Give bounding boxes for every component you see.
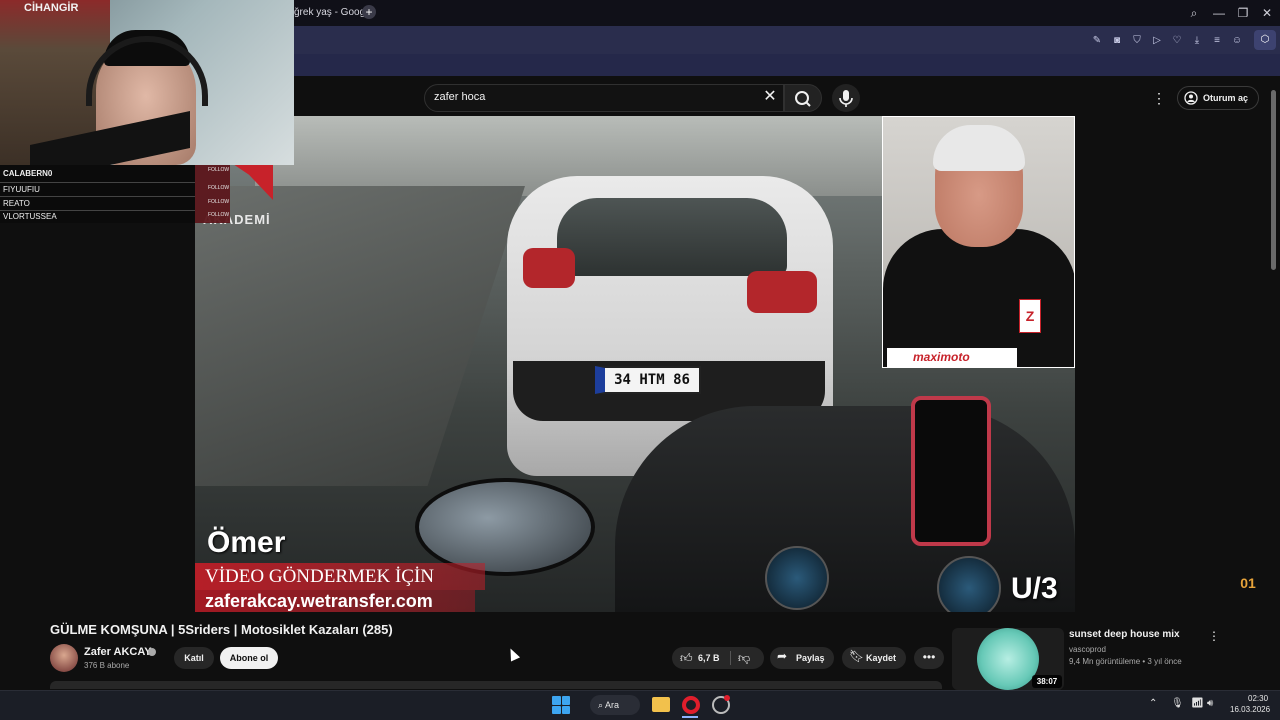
video-scene-taillight-left xyxy=(523,248,575,288)
video-scene-license-plate: 34 HTM 86 xyxy=(595,366,701,394)
volume-icon[interactable]: 🔊︎ xyxy=(1207,698,1213,709)
video-scene-gauge-left xyxy=(765,546,829,610)
bookmark-icon: 🔖︎ xyxy=(849,649,865,663)
related-video-title[interactable]: sunset deep house mix xyxy=(1069,629,1180,640)
like-divider xyxy=(730,651,731,665)
video-scene-taillight-right xyxy=(747,271,817,313)
chat-name: FIYUUFIU xyxy=(3,185,40,194)
related-more-icon[interactable]: ⋮ xyxy=(1208,628,1220,644)
like-count[interactable]: 6,7 B xyxy=(698,653,720,663)
channel-name[interactable]: Zafer AKCAY xyxy=(84,646,152,658)
speaker-logo-badge: Z xyxy=(1019,299,1041,333)
search-button[interactable] xyxy=(784,84,822,112)
channel-watermark[interactable]: 01 xyxy=(1234,570,1262,596)
verified-check-icon xyxy=(148,648,156,656)
heart-icon[interactable]: ♡ xyxy=(1170,34,1184,48)
video-scene-motorcycle-dash xyxy=(615,406,1075,612)
share-label: Paylaş xyxy=(796,653,825,663)
chat-divider xyxy=(0,196,195,197)
video-scene-car-window xyxy=(557,198,787,276)
restore-button[interactable]: ❐ xyxy=(1235,5,1251,21)
signin-label: Oturum aç xyxy=(1203,93,1249,103)
voice-search-button[interactable] xyxy=(832,84,860,112)
windows-taskbar xyxy=(0,690,1280,720)
taskbar-search-button[interactable]: ⌕ Ara xyxy=(590,695,640,715)
video-scene-phone-holder xyxy=(911,396,991,546)
more-actions-button[interactable]: ••• xyxy=(914,647,944,669)
follow-label: FOLLOW xyxy=(208,212,230,218)
chat-divider xyxy=(0,182,195,183)
related-thumbnail-art xyxy=(977,628,1039,690)
extensions-icon[interactable]: ⬡ xyxy=(1254,30,1276,50)
browser-tab-title[interactable]: ğrek yaş - Googl xyxy=(294,7,367,18)
download-icon[interactable]: ⤓ xyxy=(1190,34,1204,48)
profile-icon[interactable]: ☺ xyxy=(1230,34,1244,48)
submission-banner-line1: VİDEO GÖNDERMEK İÇİN xyxy=(195,563,485,590)
clip-part-label: U/3 xyxy=(1011,572,1058,605)
clear-search-icon[interactable]: ✕ xyxy=(762,88,778,106)
join-button[interactable]: Katıl xyxy=(174,647,214,669)
video-scene-gauge-right xyxy=(937,556,1001,612)
follow-label: FOLLOW xyxy=(208,199,230,205)
save-label: Kaydet xyxy=(866,653,897,663)
mouse-cursor-icon xyxy=(505,646,521,662)
chat-name: CALABERN0 xyxy=(3,169,53,178)
streamer-webcam: CİHANGİR xyxy=(0,0,294,165)
mic-icon xyxy=(839,90,853,107)
bookmarks-bar xyxy=(294,54,1280,76)
subscriber-count: 376 B abone xyxy=(84,661,130,670)
search-icon xyxy=(795,91,811,107)
menu-lines-icon[interactable]: ≡ xyxy=(1210,34,1224,48)
chat-name: REATO xyxy=(3,199,30,208)
related-video-meta: 9,4 Mn görüntüleme • 3 yıl önce xyxy=(1069,657,1182,666)
tray-chevron-icon[interactable]: ⌃ xyxy=(1149,698,1157,709)
description-box[interactable] xyxy=(50,681,942,689)
channel-avatar[interactable] xyxy=(50,644,78,672)
chat-name: VLORTUSSEA xyxy=(3,212,57,221)
notification-dot xyxy=(724,695,730,701)
shield-icon[interactable]: ⛉ xyxy=(1130,34,1144,48)
active-app-indicator xyxy=(682,716,698,718)
browser-search-icon[interactable]: ⌕ xyxy=(1186,5,1202,21)
share-icon: ➦ xyxy=(777,649,788,663)
subscribe-button[interactable]: Abone ol xyxy=(220,647,278,669)
user-circle-icon xyxy=(1184,91,1198,105)
settings-menu-icon[interactable]: ⋮ xyxy=(1152,88,1166,108)
play-icon[interactable]: ▷ xyxy=(1150,34,1164,48)
folder-icon[interactable] xyxy=(652,697,670,712)
clock-time[interactable]: 02:30 xyxy=(1248,694,1268,703)
new-tab-button[interactable]: + xyxy=(362,5,376,19)
related-video-duration: 38:07 xyxy=(1032,675,1062,688)
speaker-inset: Z maximoto xyxy=(882,116,1075,368)
dislike-icon[interactable]: 👎︎ xyxy=(738,650,752,666)
submitter-name-overlay: Ömer xyxy=(207,526,286,559)
webcam-sign-text: CİHANGİR xyxy=(24,2,79,14)
page-scrollbar[interactable] xyxy=(1271,90,1276,270)
minimize-button[interactable]: — xyxy=(1211,5,1227,21)
video-scene-sidewalk xyxy=(195,186,525,486)
video-title: GÜLME KOMŞUNA | 5Sriders | Motosiklet Ka… xyxy=(50,622,393,637)
close-window-button[interactable]: ✕ xyxy=(1259,5,1275,21)
wifi-icon[interactable]: 📶︎ xyxy=(1191,698,1204,709)
camera-icon[interactable]: ◙ xyxy=(1110,34,1124,48)
like-icon[interactable]: 👍︎ xyxy=(680,650,694,666)
clock-date[interactable]: 16.03.2026 xyxy=(1230,705,1270,714)
edit-icon[interactable]: ✎ xyxy=(1090,34,1104,48)
follow-label: FOLLOW xyxy=(208,167,230,173)
sponsor-logo-text: maximoto xyxy=(913,350,970,364)
mic-tray-icon[interactable]: 🎙︎ xyxy=(1171,698,1184,709)
related-video-channel[interactable]: vascoprod xyxy=(1069,645,1106,654)
speaker-hair xyxy=(933,125,1025,171)
taskbar-search-label: Ara xyxy=(605,700,620,710)
follow-label: FOLLOW xyxy=(208,185,230,191)
search-query-text[interactable]: zafer hoca xyxy=(434,91,485,103)
video-scene-mirror xyxy=(415,478,595,576)
chat-divider xyxy=(0,210,195,211)
opera-icon[interactable] xyxy=(682,696,700,714)
submission-banner-url: zaferakcay.wetransfer.com xyxy=(195,590,475,612)
windows-start-icon[interactable] xyxy=(552,696,570,714)
signin-button[interactable]: Oturum aç xyxy=(1177,86,1259,110)
